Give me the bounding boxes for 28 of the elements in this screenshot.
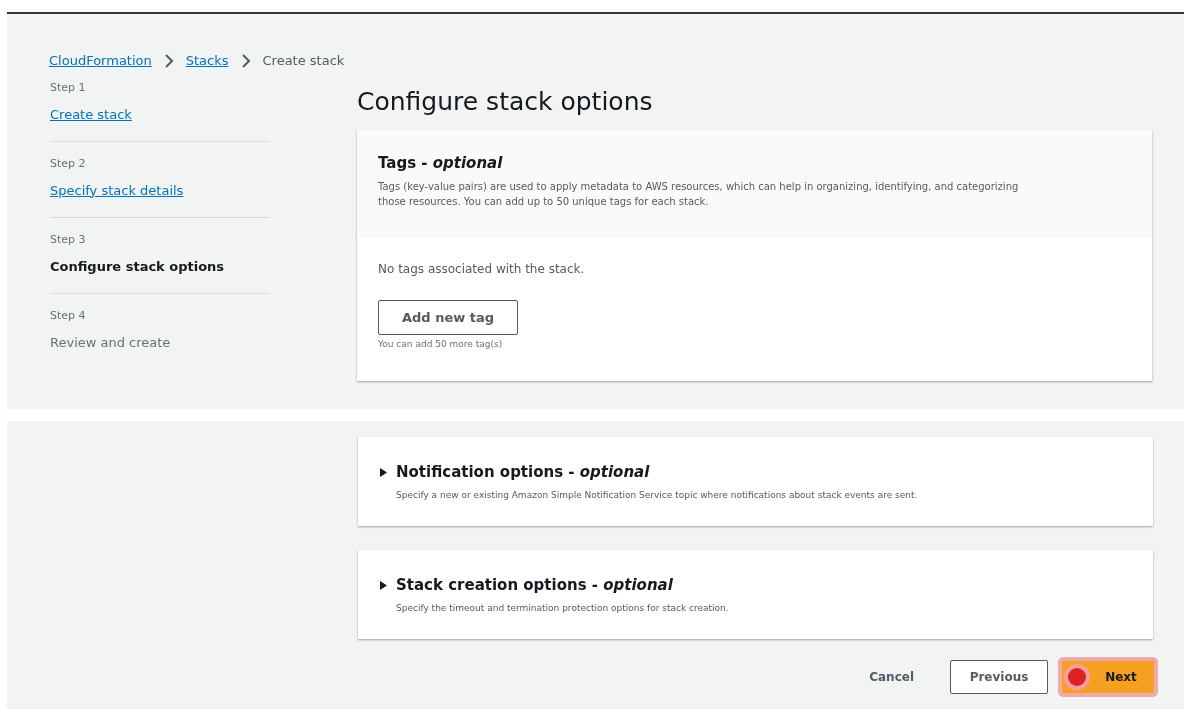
empty-message: No tags associated with the stack. [378,261,585,278]
chevron-icon [240,54,251,68]
section-title[interactable]: Notification options - optional [396,461,650,484]
step-label: Step 2 [50,156,87,172]
hint-text: You can add 50 more tag(s) [378,338,503,351]
breadcrumb-link[interactable]: CloudFormation [49,51,152,71]
next-button[interactable]: Next [1062,661,1154,693]
caret-right-icon[interactable] [379,580,388,590]
section-description: Specify the timeout and termination protection options for stack creation. [395,601,730,615]
breadcrumb-current: Create stack [262,52,345,71]
breadcrumb-link[interactable]: Stacks [185,51,229,71]
step-link[interactable]: Specify stack details [50,180,184,200]
step-link[interactable]: Create stack [50,104,132,124]
chevron-icon [163,54,174,68]
panel-description: Tags (key-value pairs) are used to apply metadata to AWS resources, which can help in organizing, identifying, and categorizing those resources. You can add up to 50 unique tags for each stack. [378,179,1020,209]
section-title[interactable]: Stack creation options - optional [396,574,673,597]
panel-title: Tags - optional [378,153,504,174]
step-title: Review and create [50,333,171,352]
step-label: Step 4 [50,308,87,324]
section-description: Specify a new or existing Amazon Simple Notification Service topic where notifications about stack events are sent. [395,488,919,502]
step-label: Step 3 [50,232,87,248]
cancel-button[interactable]: Cancel [859,661,924,693]
step-label: Step 1 [50,80,87,96]
add-tag-button[interactable]: Add new tag [378,300,519,335]
caret-right-icon[interactable] [379,467,388,477]
step-title: Configure stack options [50,257,225,276]
page-heading: Configure stack options [357,86,654,119]
previous-button[interactable]: Previous [950,660,1048,694]
